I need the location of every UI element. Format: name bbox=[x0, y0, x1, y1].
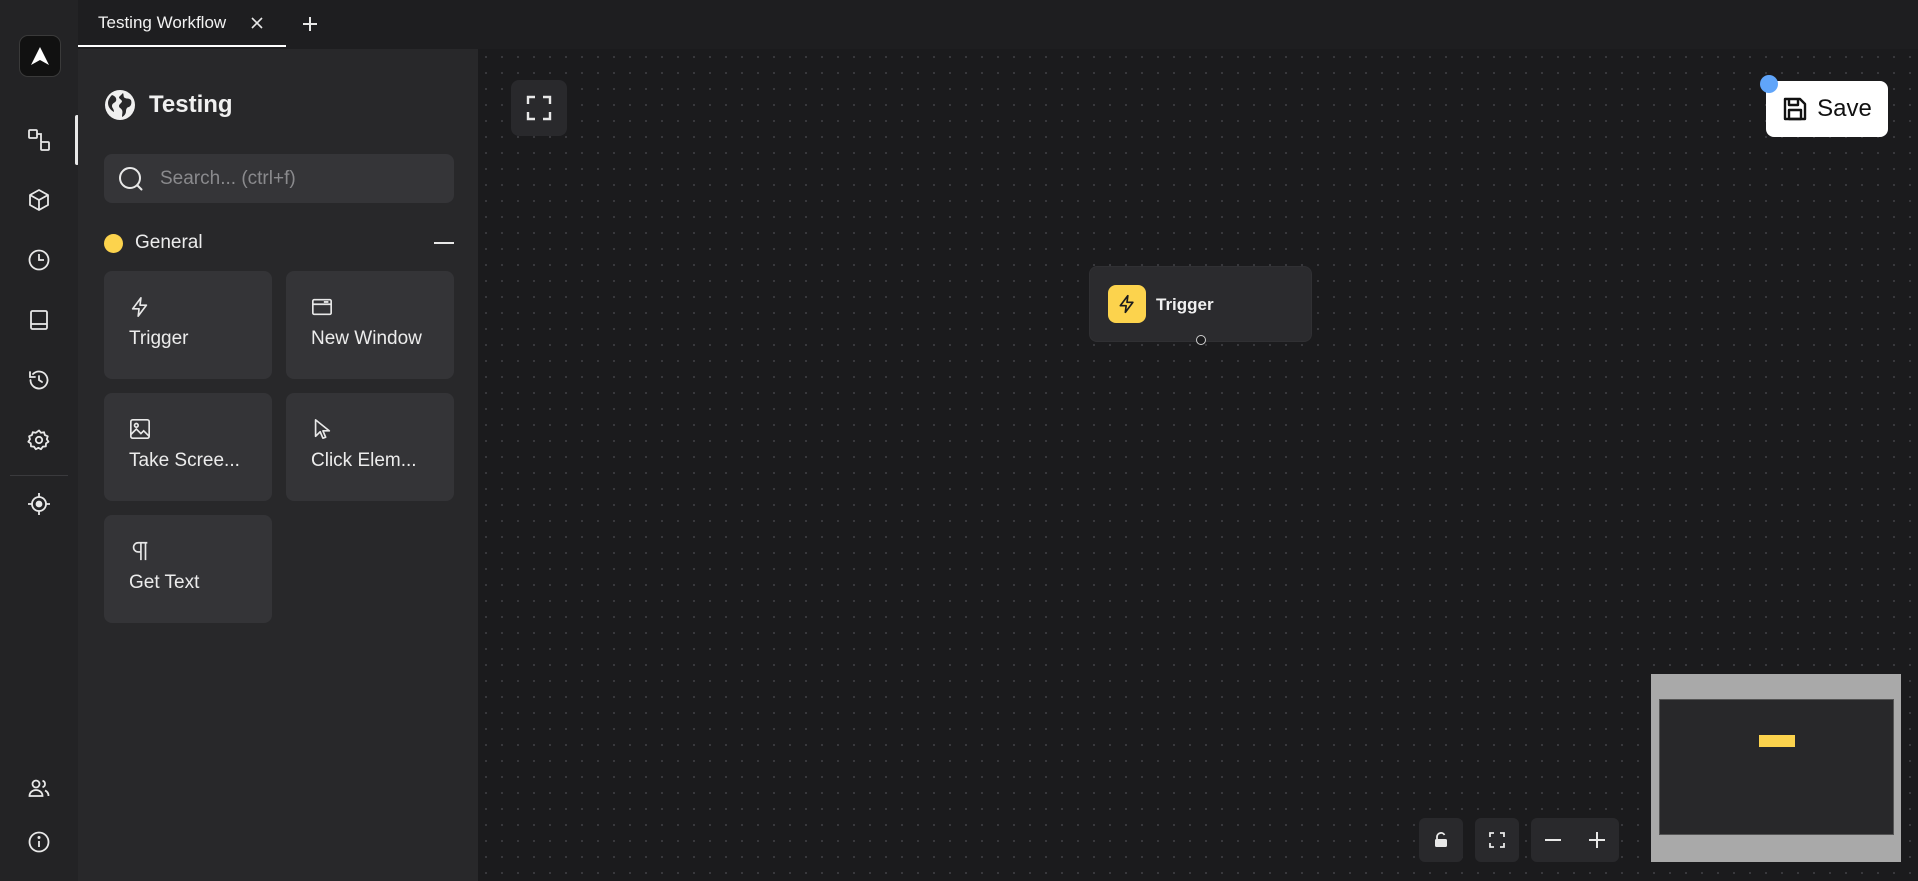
minimap-viewport bbox=[1659, 699, 1894, 835]
storage-icon bbox=[27, 308, 51, 332]
globe-icon bbox=[104, 89, 136, 121]
block-new-window[interactable]: New Window bbox=[286, 271, 454, 379]
window-icon bbox=[311, 296, 454, 318]
fit-view-icon bbox=[1489, 832, 1505, 848]
zoom-controls bbox=[1531, 818, 1619, 862]
trigger-node[interactable]: Trigger bbox=[1089, 266, 1312, 345]
category-label: General bbox=[135, 232, 203, 253]
block-label: Get Text bbox=[129, 572, 200, 593]
paragraph-icon bbox=[129, 540, 272, 562]
workflow-canvas[interactable]: Save Trigger bbox=[478, 49, 1918, 881]
fit-view-button[interactable] bbox=[1475, 818, 1519, 862]
node-label: Trigger bbox=[1156, 295, 1214, 314]
focus-icon bbox=[27, 492, 51, 516]
node-output-handle[interactable] bbox=[1196, 335, 1206, 345]
block-label: Click Elem... bbox=[311, 450, 417, 471]
workflow-icon bbox=[27, 128, 51, 152]
collapse-icon[interactable] bbox=[434, 234, 454, 252]
rail-item-logs[interactable] bbox=[0, 360, 78, 400]
block-label: Trigger bbox=[129, 328, 189, 349]
save-button[interactable]: Save bbox=[1766, 81, 1888, 137]
info-icon bbox=[27, 830, 51, 854]
block-label: Take Scree... bbox=[129, 450, 240, 471]
fullscreen-icon bbox=[526, 95, 552, 121]
block-trigger[interactable]: Trigger bbox=[104, 271, 272, 379]
panel-title: Testing bbox=[149, 91, 233, 118]
rail-item-element-selector[interactable] bbox=[0, 484, 78, 524]
search-box[interactable] bbox=[104, 154, 454, 203]
save-label: Save bbox=[1817, 95, 1872, 122]
block-label: New Window bbox=[311, 328, 422, 349]
save-icon bbox=[1782, 96, 1808, 122]
gear-icon bbox=[27, 428, 51, 452]
minimap[interactable] bbox=[1651, 674, 1901, 862]
automa-logo-icon[interactable] bbox=[19, 35, 61, 77]
cube-icon bbox=[27, 188, 51, 212]
category-general[interactable]: General bbox=[104, 230, 454, 256]
nav-rail bbox=[0, 0, 79, 881]
category-color-dot bbox=[104, 233, 123, 253]
lightning-icon bbox=[129, 296, 272, 318]
history-icon bbox=[27, 368, 51, 392]
rail-item-workflows[interactable] bbox=[0, 115, 79, 165]
tab-bar: Testing Workflow bbox=[78, 0, 1918, 50]
users-icon bbox=[27, 776, 51, 800]
minimap-node bbox=[1759, 735, 1795, 747]
unsaved-indicator bbox=[1760, 75, 1778, 93]
zoom-out-icon[interactable] bbox=[1531, 818, 1575, 862]
clock-icon bbox=[27, 248, 51, 272]
rail-divider bbox=[10, 475, 68, 476]
rail-item-storage[interactable] bbox=[0, 300, 78, 340]
rail-item-settings[interactable] bbox=[0, 420, 78, 460]
fullscreen-button[interactable] bbox=[511, 80, 567, 136]
rail-item-about[interactable] bbox=[0, 822, 78, 862]
tab-label: Testing Workflow bbox=[98, 12, 227, 32]
zoom-in-icon[interactable] bbox=[1575, 818, 1619, 862]
blocks-panel: Testing General Trigger New Window Take … bbox=[78, 49, 478, 881]
rail-item-team[interactable] bbox=[0, 768, 78, 808]
lightning-icon bbox=[1108, 285, 1146, 323]
cursor-icon bbox=[311, 418, 454, 440]
lock-button[interactable] bbox=[1419, 818, 1463, 862]
plus-icon[interactable] bbox=[298, 12, 322, 36]
search-icon bbox=[118, 166, 144, 192]
search-input[interactable] bbox=[158, 166, 442, 191]
block-get-text[interactable]: Get Text bbox=[104, 515, 272, 623]
image-icon bbox=[129, 418, 272, 440]
lock-icon bbox=[1434, 832, 1448, 848]
panel-header: Testing bbox=[104, 89, 233, 121]
rail-item-schedule[interactable] bbox=[0, 240, 78, 280]
tab-testing-workflow[interactable]: Testing Workflow bbox=[78, 0, 286, 47]
close-icon[interactable] bbox=[248, 14, 266, 32]
rail-item-packages[interactable] bbox=[0, 180, 78, 220]
block-take-screenshot[interactable]: Take Scree... bbox=[104, 393, 272, 501]
block-click-element[interactable]: Click Elem... bbox=[286, 393, 454, 501]
